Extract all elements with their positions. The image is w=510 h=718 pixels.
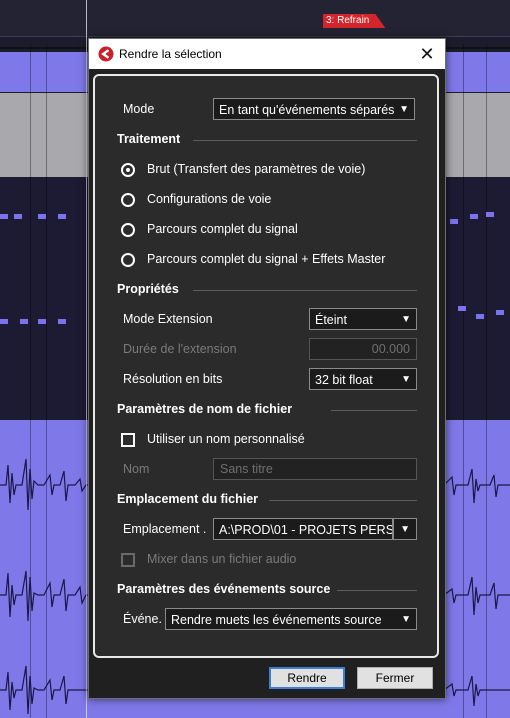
section-header-filename: Paramètres de nom de fichier <box>117 402 293 416</box>
render-selection-dialog: Rendre la sélection ✕ Mode En tant qu'év… <box>88 38 446 699</box>
radio-full-signal-path-label[interactable]: Parcours complet du signal <box>147 222 298 236</box>
source-events-value: Rendre muets les événements source <box>171 613 382 627</box>
midi-note <box>450 219 458 224</box>
name-label: Nom <box>123 462 150 476</box>
timeline-ruler[interactable] <box>0 0 510 37</box>
midi-note <box>38 319 46 324</box>
midi-note <box>0 319 8 324</box>
bit-resolution-value: 32 bit float <box>315 373 373 387</box>
chevron-down-icon: ▼ <box>399 104 409 115</box>
midi-note <box>38 214 46 219</box>
section-divider <box>337 590 417 591</box>
mode-select-value: En tant qu'événements séparés <box>219 103 395 117</box>
mode-select[interactable]: En tant qu'événements séparés ▼ <box>213 98 415 120</box>
radio-full-signal-path[interactable] <box>121 223 135 237</box>
chevron-down-icon: ▼ <box>400 524 410 535</box>
render-button[interactable]: Rendre <box>269 667 345 689</box>
name-input: Sans titre <box>213 458 417 480</box>
chevron-down-icon: ▼ <box>401 614 411 625</box>
source-events-select[interactable]: Rendre muets les événements source ▼ <box>165 608 417 630</box>
extension-duration-label: Durée de l'extension <box>123 342 237 356</box>
section-divider <box>269 500 417 501</box>
dialog-title: Rendre la sélection <box>119 47 222 61</box>
midi-note <box>58 319 66 324</box>
midi-note <box>20 319 28 324</box>
radio-full-signal-master-label[interactable]: Parcours complet du signal + Effets Mast… <box>147 252 385 266</box>
midi-note <box>14 214 22 219</box>
custom-name-label[interactable]: Utiliser un nom personnalisé <box>147 432 305 446</box>
settings-panel: Mode En tant qu'événements séparés ▼ Tra… <box>93 74 439 658</box>
section-header-proprietes: Propriétés <box>117 282 179 296</box>
section-divider <box>193 290 417 291</box>
location-label: Emplacement . <box>123 522 207 536</box>
custom-name-checkbox[interactable] <box>121 433 135 447</box>
radio-full-signal-master[interactable] <box>121 253 135 267</box>
section-header-location: Emplacement du fichier <box>117 492 259 506</box>
section-divider <box>193 140 417 141</box>
chevron-down-icon: ▼ <box>401 374 411 385</box>
midi-note <box>496 310 504 315</box>
radio-channel-config-label[interactable]: Configurations de voie <box>147 192 271 206</box>
midi-note <box>0 214 8 219</box>
location-path-value: A:\PROD\01 - PROJETS PERSO\ <box>219 523 393 537</box>
marker-refrain[interactable]: 3: Refrain <box>323 14 385 28</box>
midi-note <box>470 214 478 219</box>
mix-audio-checkbox <box>121 553 135 567</box>
location-path-field[interactable]: A:\PROD\01 - PROJETS PERSO\ <box>213 518 393 540</box>
location-dropdown-button[interactable]: ▼ <box>393 518 417 540</box>
cubase-logo-icon <box>98 46 114 62</box>
extension-mode-select[interactable]: Éteint ▼ <box>309 308 417 330</box>
dialog-titlebar[interactable]: Rendre la sélection ✕ <box>89 39 445 69</box>
extension-mode-value: Éteint <box>315 313 347 327</box>
midi-note <box>458 306 466 311</box>
midi-note <box>58 214 66 219</box>
source-events-label: Événe. <box>123 612 162 626</box>
extension-duration-field: 00.000 <box>309 338 417 360</box>
close-icon[interactable]: ✕ <box>409 39 445 69</box>
bit-resolution-label: Résolution en bits <box>123 372 223 386</box>
playhead-cursor[interactable] <box>86 0 87 718</box>
midi-note <box>476 314 484 319</box>
mode-label: Mode <box>123 102 155 116</box>
bit-resolution-select[interactable]: 32 bit float ▼ <box>309 368 417 390</box>
close-button[interactable]: Fermer <box>357 667 433 689</box>
section-header-traitement: Traitement <box>117 132 181 146</box>
section-header-source-events: Paramètres des événements source <box>117 582 331 596</box>
mix-audio-label: Mixer dans un fichier audio <box>147 552 297 566</box>
radio-channel-config[interactable] <box>121 193 135 207</box>
radio-brut-label[interactable]: Brut (Transfert des paramètres de voie) <box>147 162 365 176</box>
section-divider <box>331 410 417 411</box>
extension-mode-label: Mode Extension <box>123 312 213 326</box>
radio-brut[interactable] <box>121 163 135 177</box>
midi-note <box>486 212 494 217</box>
chevron-down-icon: ▼ <box>401 314 411 325</box>
